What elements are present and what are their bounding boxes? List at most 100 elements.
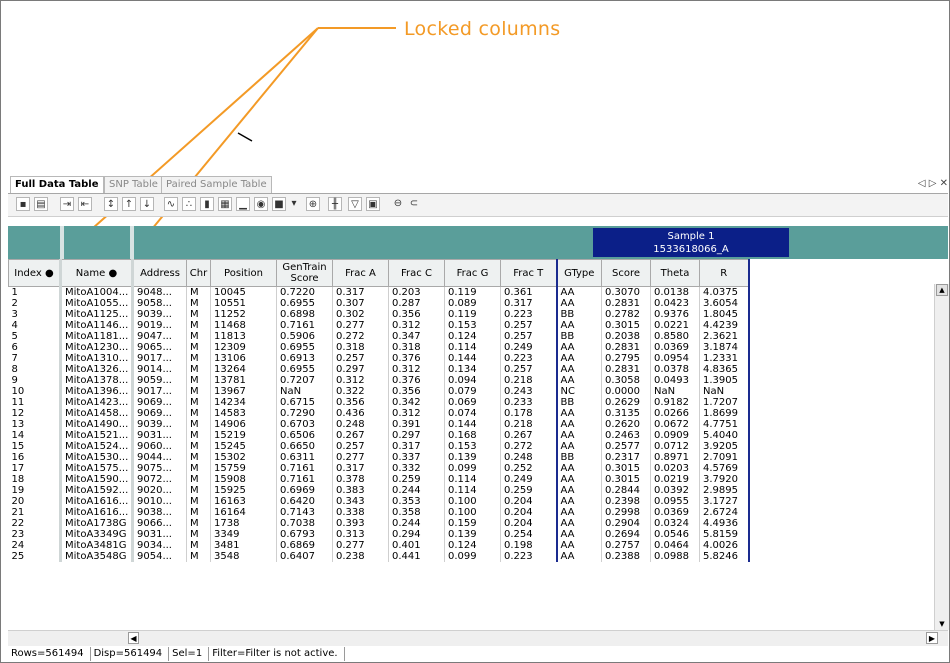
- cell-position[interactable]: 13967: [210, 386, 277, 397]
- cell-chr[interactable]: M: [186, 474, 211, 485]
- cell-address[interactable]: 9017...: [132, 353, 187, 364]
- cell-frac-g[interactable]: 0.069: [444, 397, 501, 408]
- cell-position[interactable]: 14234: [210, 397, 277, 408]
- cell-frac-c[interactable]: 0.376: [388, 375, 445, 386]
- cell-score[interactable]: 0.3058: [601, 375, 651, 386]
- cell-chr[interactable]: M: [186, 320, 211, 331]
- cell-position[interactable]: 15908: [210, 474, 277, 485]
- cell-gentrain-score[interactable]: 0.6407: [276, 551, 333, 562]
- col-header-theta[interactable]: Theta: [650, 259, 700, 287]
- graph-icon[interactable]: ▦: [218, 197, 232, 211]
- cell-r[interactable]: 5.4040: [699, 430, 750, 441]
- cell-address[interactable]: 9038...: [132, 507, 187, 518]
- cell-theta[interactable]: 0.9182: [650, 397, 700, 408]
- cell-score[interactable]: 0.2388: [601, 551, 651, 562]
- unlock-icon[interactable]: ⊂: [408, 197, 420, 211]
- cell-r[interactable]: 2.9895: [699, 485, 750, 496]
- cell-index[interactable]: 25: [8, 551, 62, 562]
- cell-theta[interactable]: 0.0266: [650, 408, 700, 419]
- cell-frac-a[interactable]: 0.307: [332, 298, 389, 309]
- cell-frac-a[interactable]: 0.248: [332, 419, 389, 430]
- cell-address[interactable]: 9031...: [132, 430, 187, 441]
- cell-theta[interactable]: 0.0203: [650, 463, 700, 474]
- cell-score[interactable]: 0.2831: [601, 298, 651, 309]
- cell-frac-c[interactable]: 0.287: [388, 298, 445, 309]
- cell-frac-a[interactable]: 0.317: [332, 286, 389, 298]
- cell-theta[interactable]: 0.0369: [650, 507, 700, 518]
- cell-frac-t[interactable]: 0.257: [500, 364, 557, 375]
- cell-score[interactable]: 0.3135: [601, 408, 651, 419]
- cell-position[interactable]: 12309: [210, 342, 277, 353]
- cell-index[interactable]: 6: [8, 342, 62, 353]
- cell-address[interactable]: 9010...: [132, 496, 187, 507]
- cell-name[interactable]: MitoA1378...: [60, 375, 134, 386]
- col-header-gtype[interactable]: GType: [555, 259, 602, 287]
- cell-chr[interactable]: M: [186, 375, 211, 386]
- cell-frac-c[interactable]: 0.317: [388, 441, 445, 452]
- cell-frac-t[interactable]: 0.257: [500, 320, 557, 331]
- cell-frac-a[interactable]: 0.267: [332, 430, 389, 441]
- column-icon[interactable]: ╫: [328, 197, 342, 211]
- cell-frac-g[interactable]: 0.124: [444, 331, 501, 342]
- cell-gtype[interactable]: AA: [555, 496, 602, 507]
- cell-name[interactable]: MitoA1616...: [60, 507, 134, 518]
- cell-position[interactable]: 14583: [210, 408, 277, 419]
- cell-theta[interactable]: 0.8580: [650, 331, 700, 342]
- print-icon[interactable]: ▪: [16, 197, 30, 211]
- table-row[interactable]: 2 MitoA1055... 9058... M 10551 0.6955 0.307 0.2…: [8, 298, 750, 309]
- cell-chr[interactable]: M: [186, 386, 211, 397]
- table-row[interactable]: 24 MitoA3481G 9034... M 3481 0.6869 0.277 0.401…: [8, 540, 750, 551]
- cell-theta[interactable]: 0.0138: [650, 286, 700, 298]
- cell-r[interactable]: 3.1874: [699, 342, 750, 353]
- cell-index[interactable]: 1: [8, 286, 62, 298]
- cell-r[interactable]: 3.7920: [699, 474, 750, 485]
- cell-frac-a[interactable]: 0.238: [332, 551, 389, 562]
- cell-position[interactable]: 13264: [210, 364, 277, 375]
- table-row[interactable]: 25 MitoA3548G 9054... M 3548 0.6407 0.238 0.441…: [8, 551, 750, 562]
- table-row[interactable]: 4 MitoA1146... 9019... M 11468 0.7161 0.277 0.3…: [8, 320, 750, 331]
- col-header-r[interactable]: R: [699, 259, 750, 287]
- sort-icon[interactable]: ↕: [104, 197, 118, 211]
- cell-gentrain-score[interactable]: 0.6703: [276, 419, 333, 430]
- cell-score[interactable]: 0.2038: [601, 331, 651, 342]
- cell-name[interactable]: MitoA1181...: [60, 331, 134, 342]
- cell-frac-t[interactable]: 0.204: [500, 507, 557, 518]
- table-row[interactable]: 1 MitoA1004... 9048... M 10045 0.7220 0.317 0.2…: [8, 286, 750, 298]
- cell-frac-a[interactable]: 0.312: [332, 375, 389, 386]
- cell-position[interactable]: 3548: [210, 551, 277, 562]
- cell-score[interactable]: 0.2831: [601, 342, 651, 353]
- cell-gentrain-score[interactable]: 0.6869: [276, 540, 333, 551]
- cell-frac-t[interactable]: 0.317: [500, 298, 557, 309]
- col-header-frac-g[interactable]: Frac G: [444, 259, 501, 287]
- cell-gtype[interactable]: BB: [555, 452, 602, 463]
- col-header-frac-a[interactable]: Frac A: [332, 259, 389, 287]
- cell-frac-c[interactable]: 0.318: [388, 342, 445, 353]
- col-header-index[interactable]: Index ●: [8, 259, 62, 287]
- cell-gentrain-score[interactable]: 0.6650: [276, 441, 333, 452]
- cell-theta[interactable]: 0.0988: [650, 551, 700, 562]
- cell-name[interactable]: MitoA1310...: [60, 353, 134, 364]
- cell-frac-c[interactable]: 0.356: [388, 386, 445, 397]
- cell-address[interactable]: 9047...: [132, 331, 187, 342]
- cell-theta[interactable]: 0.0221: [650, 320, 700, 331]
- cell-frac-g[interactable]: 0.124: [444, 540, 501, 551]
- cell-r[interactable]: 2.6724: [699, 507, 750, 518]
- cell-address[interactable]: 9059...: [132, 375, 187, 386]
- cell-r[interactable]: 1.7207: [699, 397, 750, 408]
- cell-frac-a[interactable]: 0.257: [332, 441, 389, 452]
- cell-frac-a[interactable]: 0.436: [332, 408, 389, 419]
- table-row[interactable]: 8 MitoA1326... 9014... M 13264 0.6955 0.297 0.3…: [8, 364, 750, 375]
- cell-theta[interactable]: 0.0546: [650, 529, 700, 540]
- cell-index[interactable]: 15: [8, 441, 62, 452]
- import-icon[interactable]: ⇤: [78, 197, 92, 211]
- cell-index[interactable]: 10: [8, 386, 62, 397]
- cell-index[interactable]: 13: [8, 419, 62, 430]
- cell-frac-t[interactable]: 0.204: [500, 496, 557, 507]
- table-row[interactable]: 17 MitoA1575... 9075... M 15759 0.7161 0.317 0.…: [8, 463, 750, 474]
- cell-chr[interactable]: M: [186, 408, 211, 419]
- cell-frac-c[interactable]: 0.347: [388, 331, 445, 342]
- sort-asc-icon[interactable]: ↑: [122, 197, 136, 211]
- cell-gentrain-score[interactable]: 0.6955: [276, 342, 333, 353]
- cell-gtype[interactable]: AA: [555, 441, 602, 452]
- cell-gentrain-score[interactable]: 0.7038: [276, 518, 333, 529]
